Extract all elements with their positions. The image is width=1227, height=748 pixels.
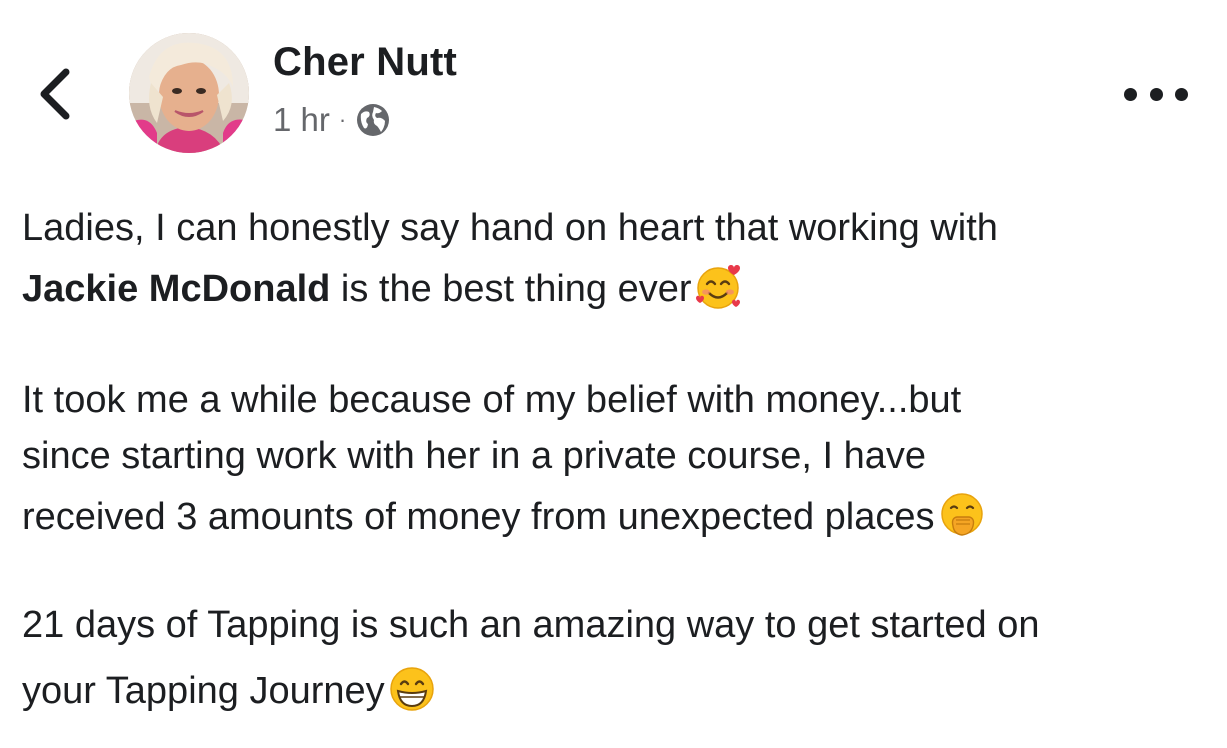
meta-separator: · bbox=[338, 107, 347, 132]
author-name[interactable]: Cher Nutt bbox=[273, 40, 457, 85]
post-text: received 3 amounts of money from unexpec… bbox=[22, 496, 935, 538]
more-horizontal-icon bbox=[1149, 87, 1163, 101]
post-line: your Tapping Journey bbox=[22, 658, 1212, 724]
face-with-hand-over-mouth-icon bbox=[937, 490, 987, 540]
mention-link[interactable]: Jackie McDonald bbox=[22, 268, 330, 310]
post-meta: 1 hr · bbox=[273, 98, 391, 142]
post-line: Jackie McDonald is the best thing ever bbox=[22, 256, 1212, 322]
post-line: It took me a while because of my belief … bbox=[22, 379, 962, 421]
more-horizontal-icon bbox=[1124, 87, 1137, 101]
chevron-left-icon bbox=[40, 68, 70, 120]
post-header: Cher Nutt 1 hr · bbox=[0, 0, 1227, 170]
post-text: your Tapping Journey bbox=[22, 670, 385, 712]
globe-icon[interactable] bbox=[355, 102, 391, 138]
post-line: 21 days of Tapping is such an amazing wa… bbox=[22, 604, 1040, 646]
post-paragraph-2: It took me a while because of my belief … bbox=[22, 372, 1212, 550]
smiling-face-with-hearts-icon bbox=[694, 262, 744, 312]
grinning-face-icon bbox=[387, 664, 437, 714]
post-timestamp[interactable]: 1 hr bbox=[273, 101, 330, 139]
post-paragraph-1: Ladies, I can honestly say hand on heart… bbox=[22, 200, 1212, 322]
post-line: since starting work with her in a privat… bbox=[22, 435, 926, 477]
post-paragraph-3: 21 days of Tapping is such an amazing wa… bbox=[22, 592, 1212, 724]
back-button[interactable] bbox=[28, 58, 84, 128]
post-text: is the best thing ever bbox=[330, 268, 692, 310]
post-line: Ladies, I can honestly say hand on heart… bbox=[22, 207, 998, 249]
more-horizontal-icon bbox=[1175, 87, 1188, 101]
avatar-photo bbox=[129, 33, 249, 153]
post-body: Ladies, I can honestly say hand on heart… bbox=[22, 200, 1212, 724]
avatar[interactable] bbox=[129, 33, 249, 153]
post-line: received 3 amounts of money from unexpec… bbox=[22, 484, 1212, 550]
more-options-button[interactable] bbox=[1124, 78, 1188, 110]
